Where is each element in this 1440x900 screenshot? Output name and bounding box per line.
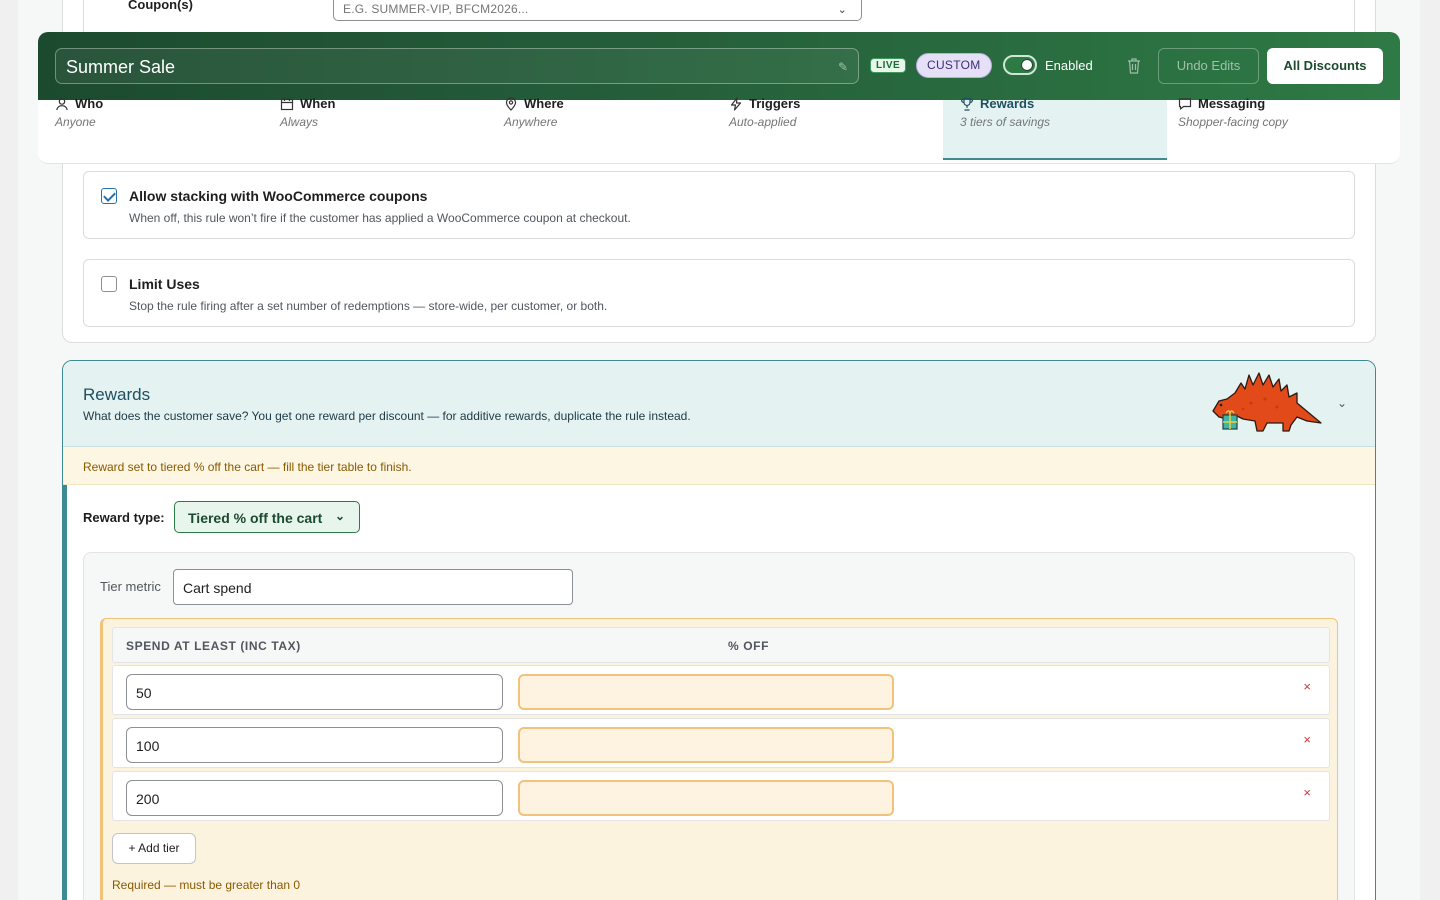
stacking-title: Allow stacking with WooCommerce coupons [129, 188, 428, 204]
tier-metric-input[interactable]: Cart spend [173, 569, 573, 605]
coupons-placeholder: E.G. SUMMER-VIP, BFCM2026... [343, 2, 529, 16]
tier-percent-input[interactable] [518, 727, 894, 763]
rewards-title: Rewards [83, 385, 151, 404]
pencil-icon: ✎ [837, 60, 848, 74]
live-badge: LIVE [870, 58, 907, 73]
tab-triggers[interactable]: Triggers Auto-applied [712, 96, 936, 160]
location-pin-icon [505, 96, 517, 111]
reward-type-select[interactable]: Tiered % off the cart ⌄ [174, 501, 360, 533]
tier-table-header: SPEND AT LEAST (INC TAX) % OFF [112, 627, 1330, 663]
tab-messaging-sub: Shopper-facing copy [1178, 115, 1288, 129]
tier-spend-input[interactable]: 200 [126, 780, 503, 816]
stacking-option-card: Allow stacking with WooCommerce coupons … [83, 171, 1355, 239]
limit-uses-title: Limit Uses [129, 276, 200, 292]
collapse-chevron-icon[interactable]: ⌄ [1337, 396, 1347, 410]
stacking-description: When off, this rule won’t fire if the cu… [129, 211, 631, 225]
tab-messaging-label: Messaging [1198, 96, 1266, 111]
tier-spend-input[interactable]: 100 [126, 727, 503, 763]
discount-title: Summer Sale [66, 57, 176, 77]
undo-edits-button[interactable]: Undo Edits [1158, 48, 1259, 84]
stacking-checkbox[interactable] [101, 188, 117, 204]
tab-where-label: Where [524, 96, 564, 111]
chevron-down-icon: ⌄ [837, 4, 847, 16]
remove-tier-button[interactable]: × [1303, 785, 1311, 800]
rewards-section: Rewards What does the customer save? You… [62, 360, 1376, 900]
tab-when-sub: Always [280, 115, 319, 129]
percent-off-column-header: % OFF [728, 639, 769, 653]
dinosaur-mascot-illustration [1212, 372, 1322, 432]
tier-metric-label: Tier metric [100, 579, 161, 594]
section-tabs: Who Anyone When Always Where Anywhere Tr… [38, 96, 1400, 164]
toggle-knob [1021, 59, 1033, 71]
tier-percent-input[interactable] [518, 780, 894, 816]
chevron-down-icon: ⌄ [334, 509, 345, 523]
tab-triggers-sub: Auto-applied [729, 115, 797, 129]
tab-where[interactable]: Where Anywhere [487, 96, 711, 160]
discount-header: Summer Sale ✎ LIVE CUSTOM Enabled Undo E… [38, 32, 1400, 100]
chat-bubble-icon [1178, 97, 1192, 110]
coupons-label: Coupon(s) [128, 0, 193, 12]
tab-messaging[interactable]: Messaging Shopper-facing copy [1161, 96, 1385, 160]
trash-icon[interactable] [1126, 57, 1142, 75]
add-tier-button[interactable]: + Add tier [112, 833, 196, 864]
reward-type-value: Tiered % off the cart [188, 510, 323, 526]
required-error-message: Required — must be greater than 0 [112, 878, 301, 892]
lightning-icon [730, 96, 742, 111]
trophy-icon [960, 97, 974, 111]
tab-when-label: When [300, 96, 336, 111]
tier-row: 100 × [112, 718, 1330, 768]
tier-row: 50 × [112, 665, 1330, 715]
tab-who[interactable]: Who Anyone [38, 96, 262, 160]
tab-rewards-sub: 3 tiers of savings [960, 115, 1051, 129]
enabled-toggle[interactable] [1003, 55, 1037, 75]
coupons-select[interactable]: E.G. SUMMER-VIP, BFCM2026... ⌄ [333, 0, 862, 21]
tab-when[interactable]: When Always [263, 96, 487, 160]
limit-uses-description: Stop the rule firing after a set number … [129, 299, 608, 313]
tab-rewards-label: Rewards [980, 96, 1035, 111]
spend-column-header: SPEND AT LEAST (INC TAX) [126, 639, 301, 653]
limit-uses-option-card: Limit Uses Stop the rule firing after a … [83, 259, 1355, 327]
rewards-header[interactable]: Rewards What does the customer save? You… [63, 361, 1375, 447]
reward-notice-text: Reward set to tiered % off the cart — fi… [83, 460, 412, 474]
tab-rewards[interactable]: Rewards 3 tiers of savings [943, 96, 1167, 160]
custom-badge: CUSTOM [916, 53, 992, 78]
tier-percent-input[interactable] [518, 674, 894, 710]
remove-tier-button[interactable]: × [1303, 732, 1311, 747]
rewards-accent-bar [63, 485, 67, 900]
tab-triggers-label: Triggers [749, 96, 801, 111]
all-discounts-button[interactable]: All Discounts [1267, 48, 1383, 84]
rewards-description: What does the customer save? You get one… [83, 409, 691, 423]
calendar-icon [280, 97, 294, 110]
remove-tier-button[interactable]: × [1303, 679, 1311, 694]
tier-row: 200 × [112, 771, 1330, 821]
tier-spend-input[interactable]: 50 [126, 674, 503, 710]
discount-title-input[interactable]: Summer Sale ✎ [55, 48, 859, 84]
reward-type-label: Reward type: [83, 510, 165, 525]
tab-where-sub: Anywhere [504, 115, 558, 129]
tier-panel: Tier metric Cart spend SPEND AT LEAST (I… [83, 552, 1355, 900]
tab-who-label: Who [75, 96, 104, 111]
tab-who-sub: Anyone [55, 115, 96, 129]
enabled-label: Enabled [1045, 58, 1093, 73]
limit-uses-checkbox[interactable] [101, 276, 117, 292]
reward-notice: Reward set to tiered % off the cart — fi… [63, 447, 1375, 485]
tier-table: SPEND AT LEAST (INC TAX) % OFF 50 × 100 … [100, 618, 1338, 900]
person-icon [56, 97, 68, 110]
